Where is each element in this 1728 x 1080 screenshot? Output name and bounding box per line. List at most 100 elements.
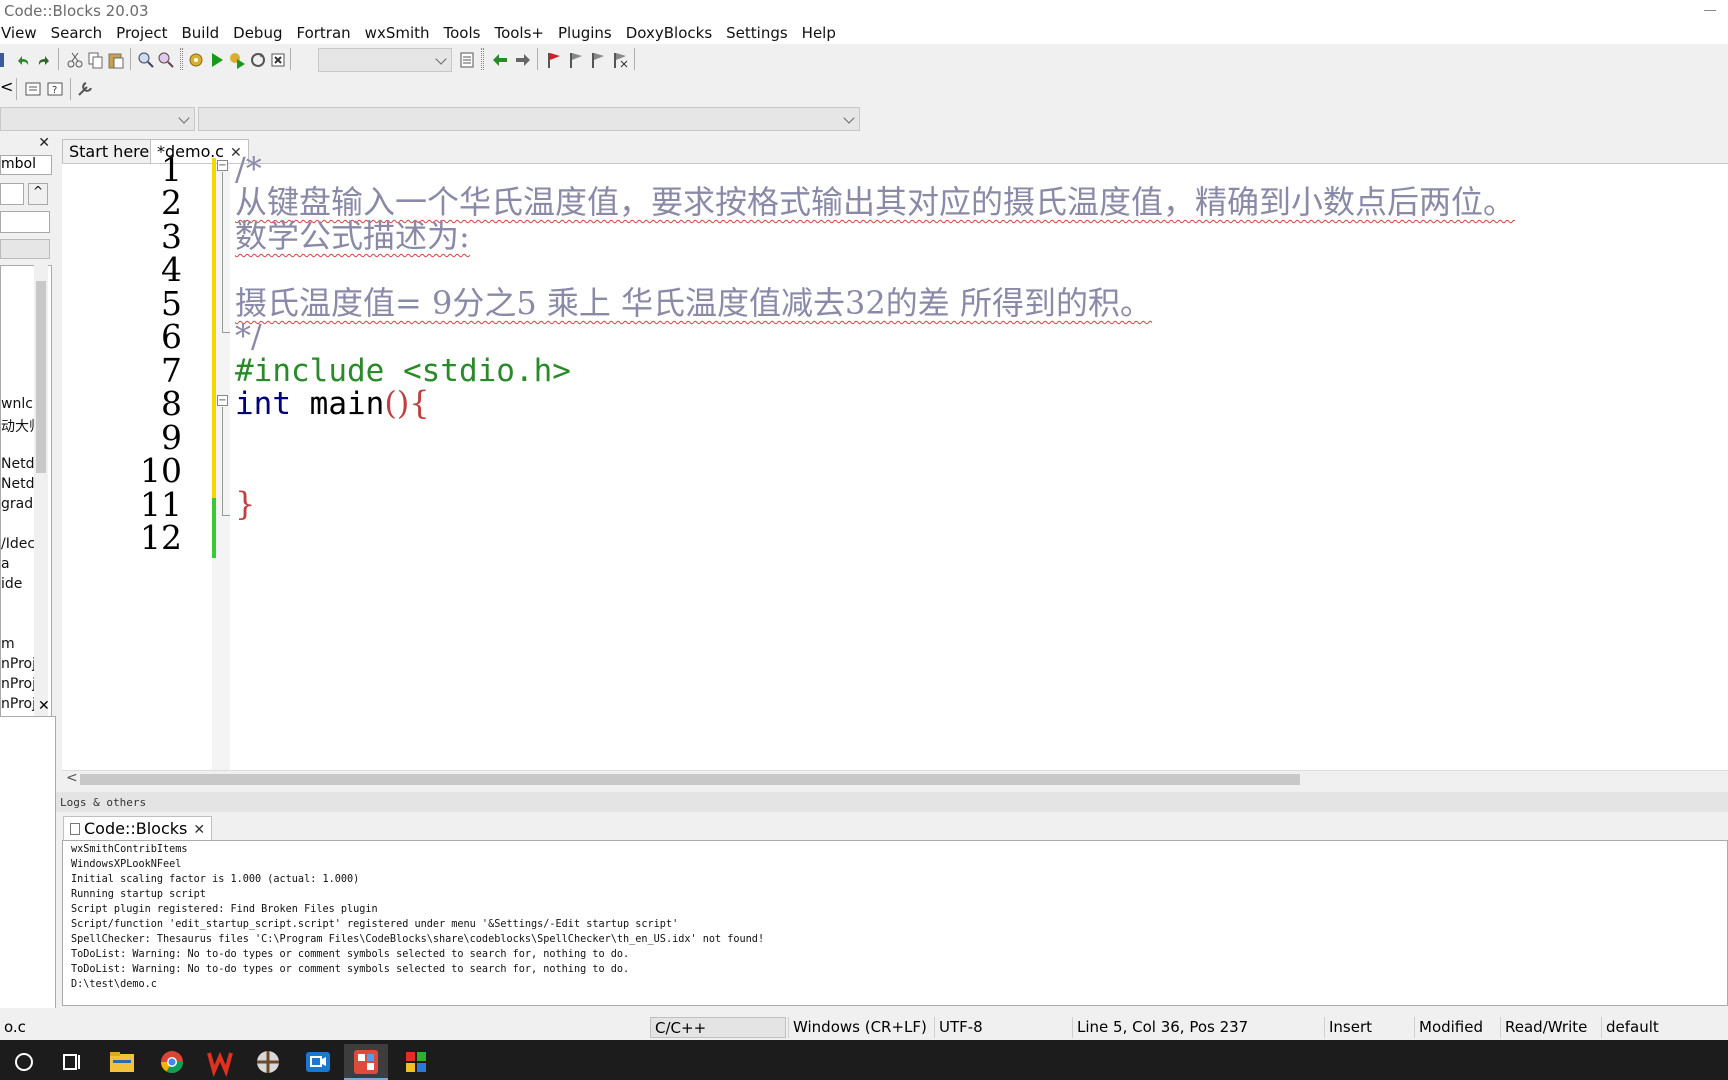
editor-horizontal-scrollbar[interactable]: < (62, 770, 1728, 786)
jump-forward-icon[interactable] (514, 51, 532, 69)
code-line-2: 从键盘输入一个华氏温度值，要求按格式输出其对应的摄氏温度值，精确到小数点后两位。 (235, 184, 1515, 221)
tab-label: Code::Blocks (84, 819, 188, 838)
bookmark-toggle-icon[interactable] (545, 51, 563, 69)
menu-help[interactable]: Help (795, 24, 843, 42)
paste-icon[interactable] (107, 51, 125, 69)
app-icon[interactable] (246, 1044, 290, 1080)
doc-help-icon[interactable]: ? (46, 80, 64, 98)
search-combo[interactable] (0, 211, 50, 233)
abort-icon[interactable] (269, 51, 287, 69)
menu-search[interactable]: Search (44, 24, 110, 42)
line-number: 4 (161, 250, 182, 289)
line-number: 8 (161, 384, 182, 423)
keyword-token: int (235, 386, 291, 422)
codeblocks-taskbar-item[interactable] (344, 1044, 388, 1080)
filter-combo[interactable] (0, 183, 24, 205)
start-icon[interactable] (2, 1044, 46, 1080)
status-eol: Windows (CR+LF) (788, 1017, 931, 1038)
fold-toggle-icon[interactable]: − (217, 160, 228, 171)
line-number: 2 (161, 183, 182, 222)
task-view-icon[interactable] (50, 1044, 94, 1080)
management-panel: ✕ mbol ^ wnlc 动大师 Netdi Netdi grad /Idec… (0, 135, 56, 895)
menu-settings[interactable]: Settings (719, 24, 795, 42)
undo-icon[interactable] (14, 51, 32, 69)
line-number: 12 (140, 518, 182, 557)
rebuild-icon[interactable] (249, 51, 267, 69)
code-completion-toolbar (0, 103, 1728, 135)
chrome-icon[interactable] (150, 1044, 194, 1080)
symbols-tab[interactable]: mbol (0, 155, 52, 175)
bookmark-clear-icon[interactable] (611, 51, 629, 69)
build-run-icon[interactable] (228, 51, 246, 69)
tree-scroll-thumb[interactable] (36, 281, 46, 473)
replace-icon[interactable] (157, 51, 175, 69)
find-icon[interactable] (137, 51, 155, 69)
chevron-left-icon[interactable]: < (0, 77, 13, 96)
title-bar: Code::Blocks 20.03 (0, 0, 1728, 22)
log-page-icon (70, 823, 80, 835)
log-line: wxSmithContribItems (71, 844, 188, 855)
jump-back-icon[interactable] (491, 51, 509, 69)
menu-debug[interactable]: Debug (226, 24, 289, 42)
panel-close-icon[interactable]: ✕ (38, 135, 50, 151)
menu-wxsmith[interactable]: wxSmith (358, 24, 437, 42)
menu-fortran[interactable]: Fortran (289, 24, 357, 42)
editor-tabs: Start here✕ *demo.c✕ (62, 137, 1728, 163)
target-options-icon[interactable] (458, 51, 476, 69)
menu-doxyblocks[interactable]: DoxyBlocks (619, 24, 719, 42)
logs-header: Logs & others (56, 792, 1728, 812)
redo-icon[interactable] (35, 51, 53, 69)
scroll-left-icon[interactable]: < (66, 770, 78, 786)
bookmark-next-icon[interactable] (589, 51, 607, 69)
log-line: Initial scaling factor is 1.000 (actual:… (71, 874, 360, 885)
doc-block-icon[interactable] (24, 80, 42, 98)
wps-icon[interactable] (198, 1044, 242, 1080)
menu-build[interactable]: Build (174, 24, 226, 42)
copy-icon[interactable] (86, 51, 104, 69)
lower-left-panel (0, 716, 56, 1008)
secondary-toolbar: < ? (0, 75, 1728, 103)
video-app-icon[interactable] (296, 1044, 340, 1080)
log-output[interactable]: wxSmithContribItems WindowsXPLookNFeel I… (62, 840, 1728, 1006)
wrench-icon[interactable] (76, 80, 94, 98)
svg-text:?: ? (52, 85, 57, 96)
menu-tools-plus[interactable]: Tools+ (487, 24, 551, 42)
build-target-combo[interactable] (318, 48, 452, 72)
code-line-8: int main(){ (235, 385, 430, 423)
function-combo[interactable] (198, 107, 860, 131)
code-editor[interactable]: 1 2 3 4 5 6 7 8 9 10 11 12 − − /* 从键盘输入一… (62, 151, 1728, 786)
panel-close-icon[interactable]: ✕ (38, 698, 50, 714)
comment-token: 数学公式描述为: (235, 217, 470, 255)
scope-combo[interactable] (0, 107, 195, 131)
view-combo[interactable] (0, 239, 50, 259)
run-icon[interactable] (208, 51, 226, 69)
log-line: Running startup script (71, 889, 206, 900)
menu-project[interactable]: Project (109, 24, 174, 42)
brace-token: } (235, 485, 256, 523)
status-modified: Modified (1414, 1017, 1487, 1038)
bookmark-prev-icon[interactable] (567, 51, 585, 69)
tab-codeblocks-log[interactable]: Code::Blocks ✕ (63, 816, 213, 840)
build-gear-icon[interactable] (187, 51, 205, 69)
menu-plugins[interactable]: Plugins (551, 24, 619, 42)
editor-scroll-thumb[interactable] (80, 774, 1300, 785)
menu-tools[interactable]: Tools (437, 24, 488, 42)
logs-tabs: Code::Blocks ✕ (56, 812, 1728, 840)
brace-token: (){ (384, 384, 430, 422)
fold-toggle-icon[interactable]: − (217, 395, 228, 406)
code-line-11: } (235, 486, 255, 523)
close-icon[interactable]: ✕ (193, 822, 205, 838)
log-line: SpellChecker: Thesaurus files 'C:\Progra… (71, 934, 765, 945)
file-explorer-icon[interactable] (100, 1044, 144, 1080)
codeblocks-icon (354, 1050, 378, 1074)
status-encoding: UTF-8 (934, 1017, 987, 1038)
sort-up-icon[interactable]: ^ (28, 183, 48, 205)
menu-view[interactable]: View (0, 24, 44, 42)
log-line: WindowsXPLookNFeel (71, 859, 182, 870)
cut-icon[interactable] (66, 51, 84, 69)
app-grid-icon[interactable] (394, 1044, 438, 1080)
comment-token: 摄氏温度值= 9分之5 乘上 华氏温度值减去32的差 所得到的积。 (235, 284, 1152, 322)
window-title: Code::Blocks 20.03 (4, 2, 149, 20)
minimize-button[interactable] (1704, 10, 1716, 11)
main-toolbar (0, 44, 1728, 75)
